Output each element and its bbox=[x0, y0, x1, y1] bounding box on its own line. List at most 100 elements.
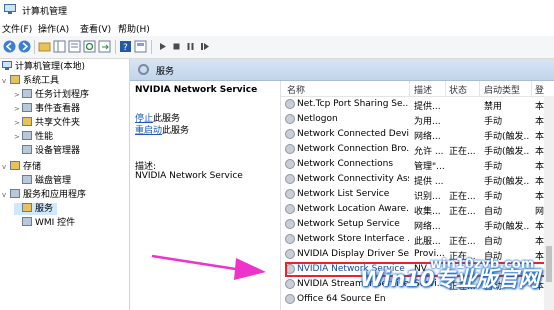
service-row[interactable]: Network Location Aware... 收集... 正在... 自动网 bbox=[281, 202, 554, 217]
expand-chevron-icon[interactable]: > bbox=[14, 103, 22, 115]
console-tree-icon[interactable] bbox=[53, 40, 66, 53]
start-service-icon[interactable] bbox=[156, 40, 169, 53]
tree-item[interactable]: v 系统工具 bbox=[2, 75, 59, 87]
scrollbar-thumb[interactable] bbox=[546, 246, 552, 282]
computer-management-icon bbox=[4, 4, 16, 14]
refresh-icon[interactable] bbox=[83, 40, 96, 53]
menu-action[interactable]: 操作(A) bbox=[38, 22, 69, 35]
tree-item-label: 存储 bbox=[23, 162, 42, 172]
service-row[interactable]: Network Store Interface ... 此服... 正在... 自动本 bbox=[281, 232, 554, 247]
restart-link-suffix: 此服务 bbox=[162, 126, 190, 136]
tree-node-icon bbox=[22, 203, 32, 212]
tree-node-icon bbox=[22, 131, 32, 140]
column-header-name[interactable]: 名称 bbox=[287, 83, 305, 96]
tree-item[interactable]: > 共享文件夹 bbox=[14, 117, 80, 129]
tree-item[interactable]: v 服务和应用程序 bbox=[2, 189, 86, 201]
tree-item-label: 设备管理器 bbox=[35, 146, 81, 156]
service-row[interactable]: Network List Service 识别... 正在... 手动本 bbox=[281, 187, 554, 202]
service-startup-cell: 手动 bbox=[484, 192, 503, 202]
tree-item-label: 性能 bbox=[35, 132, 54, 142]
panel-title: 服务 bbox=[156, 67, 175, 77]
forward-icon[interactable] bbox=[18, 40, 31, 53]
restart-service-icon[interactable] bbox=[198, 40, 211, 53]
tree-item[interactable]: 设备管理器 bbox=[14, 145, 80, 157]
tree-item[interactable]: WMI 控件 bbox=[14, 217, 75, 229]
menu-view[interactable]: 查看(V) bbox=[80, 22, 111, 35]
column-header-status[interactable]: 状态 bbox=[449, 83, 467, 96]
service-startup-cell: 手动 bbox=[484, 162, 503, 172]
tree-item[interactable]: v 存储 bbox=[2, 161, 41, 173]
vertical-scrollbar[interactable] bbox=[544, 96, 554, 310]
console-tree: 计算机管理(本地) v 系统工具 > 任务计划程序 > 事件查看器 > 共享文件夹 > 性能 设备管… bbox=[0, 59, 130, 310]
menu-bar: 文件(F) 操作(A) 查看(V) 帮助(H) bbox=[0, 20, 554, 35]
service-row[interactable]: Network Connections 管理"... 手动本 bbox=[281, 157, 554, 172]
service-row[interactable]: Network Setup Service 网络... 手动(触发... 本 bbox=[281, 217, 554, 232]
service-gear-icon bbox=[285, 189, 295, 199]
menu-help[interactable]: 帮助(H) bbox=[118, 22, 150, 35]
help-icon[interactable]: ? bbox=[119, 40, 132, 53]
tree-item-label: 共享文件夹 bbox=[35, 118, 81, 128]
svg-text:?: ? bbox=[123, 43, 128, 53]
tree-node-icon bbox=[10, 75, 20, 84]
column-header-logon[interactable]: 登 bbox=[535, 83, 544, 96]
tree-node-icon bbox=[10, 189, 20, 198]
pause-service-icon[interactable] bbox=[184, 40, 197, 53]
view-icon[interactable] bbox=[134, 40, 147, 53]
menu-file[interactable]: 文件(F) bbox=[2, 22, 32, 35]
expand-chevron-icon[interactable]: > bbox=[14, 117, 22, 129]
tree-item[interactable]: 服务 bbox=[14, 203, 58, 215]
service-status-cell: 正在... bbox=[449, 147, 476, 157]
service-row[interactable]: Office 64 Source En bbox=[281, 292, 554, 307]
collapse-chevron-icon[interactable]: v bbox=[2, 189, 10, 201]
service-gear-icon bbox=[285, 234, 295, 244]
service-desc-cell: 为用... bbox=[414, 117, 441, 127]
service-status-cell: 正在... bbox=[449, 192, 476, 202]
service-row[interactable]: Net.Tcp Port Sharing Se... 提供... 禁用本 bbox=[281, 97, 554, 112]
service-row[interactable]: Network Connection Bro... 允许 ... 正在... 手动(触… bbox=[281, 142, 554, 157]
service-desc-cell: 网络... bbox=[414, 222, 441, 232]
collapse-chevron-icon[interactable]: v bbox=[2, 75, 10, 87]
service-name-cell: NVIDIA Display Driver Se... bbox=[297, 249, 409, 259]
back-icon[interactable] bbox=[3, 40, 16, 53]
service-row[interactable]: Netlogon 为用... 手动本 bbox=[281, 112, 554, 127]
expand-chevron-icon[interactable]: > bbox=[14, 131, 22, 143]
tree-item[interactable]: > 性能 bbox=[14, 131, 53, 143]
toolbar-separator bbox=[115, 40, 116, 54]
service-status-cell: 正在... bbox=[449, 207, 476, 217]
service-startup-cell: 手动(触发... bbox=[484, 222, 530, 232]
tree-item[interactable]: 磁盘管理 bbox=[14, 175, 71, 187]
stop-service-icon[interactable] bbox=[170, 40, 183, 53]
tree-item[interactable]: > 事件查看器 bbox=[14, 103, 80, 115]
export-icon[interactable] bbox=[98, 40, 111, 53]
service-startup-cell: 手动(触发... bbox=[484, 132, 530, 142]
service-gear-icon bbox=[285, 144, 295, 154]
toolbar-separator bbox=[151, 40, 152, 54]
properties-icon[interactable] bbox=[68, 40, 81, 53]
collapse-chevron-icon[interactable]: v bbox=[2, 161, 10, 173]
service-desc-cell: 此服... bbox=[414, 237, 441, 247]
service-startup-cell: 自动 bbox=[484, 207, 503, 217]
expand-chevron-icon[interactable]: > bbox=[14, 89, 22, 101]
selected-service-name: NVIDIA Network Service bbox=[135, 85, 258, 95]
tree-root[interactable]: 计算机管理(本地) bbox=[2, 61, 85, 73]
service-name-cell: Network Setup Service bbox=[297, 219, 400, 229]
service-name-cell: Network Connection Bro... bbox=[297, 144, 409, 154]
service-row[interactable]: Network Connected Devi... 网络... 手动(触发... 本 bbox=[281, 127, 554, 142]
service-desc-cell: 管理"... bbox=[414, 162, 444, 172]
service-gear-icon bbox=[285, 219, 295, 229]
pointer-arrow bbox=[151, 254, 266, 280]
service-name-cell: Network Connected Devi... bbox=[297, 129, 409, 139]
toolbar-separator bbox=[34, 40, 35, 54]
service-name-cell: Netlogon bbox=[297, 114, 338, 124]
up-folder-icon[interactable] bbox=[38, 40, 51, 53]
list-header: 名称 描述 状态 启动类型 登 bbox=[281, 81, 554, 97]
service-row[interactable]: Network Connectivity Ass... 提供 ... 手动(触发..… bbox=[281, 172, 554, 187]
restart-service-link[interactable]: 重启动此服务 bbox=[135, 123, 189, 136]
column-header-description[interactable]: 描述 bbox=[414, 83, 432, 96]
restart-link-text[interactable]: 重启动 bbox=[135, 126, 162, 136]
service-gear-icon bbox=[285, 114, 295, 124]
tree-item[interactable]: > 任务计划程序 bbox=[14, 89, 89, 101]
column-header-startup-type[interactable]: 启动类型 bbox=[484, 83, 520, 96]
tree-node-icon bbox=[22, 145, 32, 154]
tree-item-label: WMI 控件 bbox=[35, 218, 76, 228]
